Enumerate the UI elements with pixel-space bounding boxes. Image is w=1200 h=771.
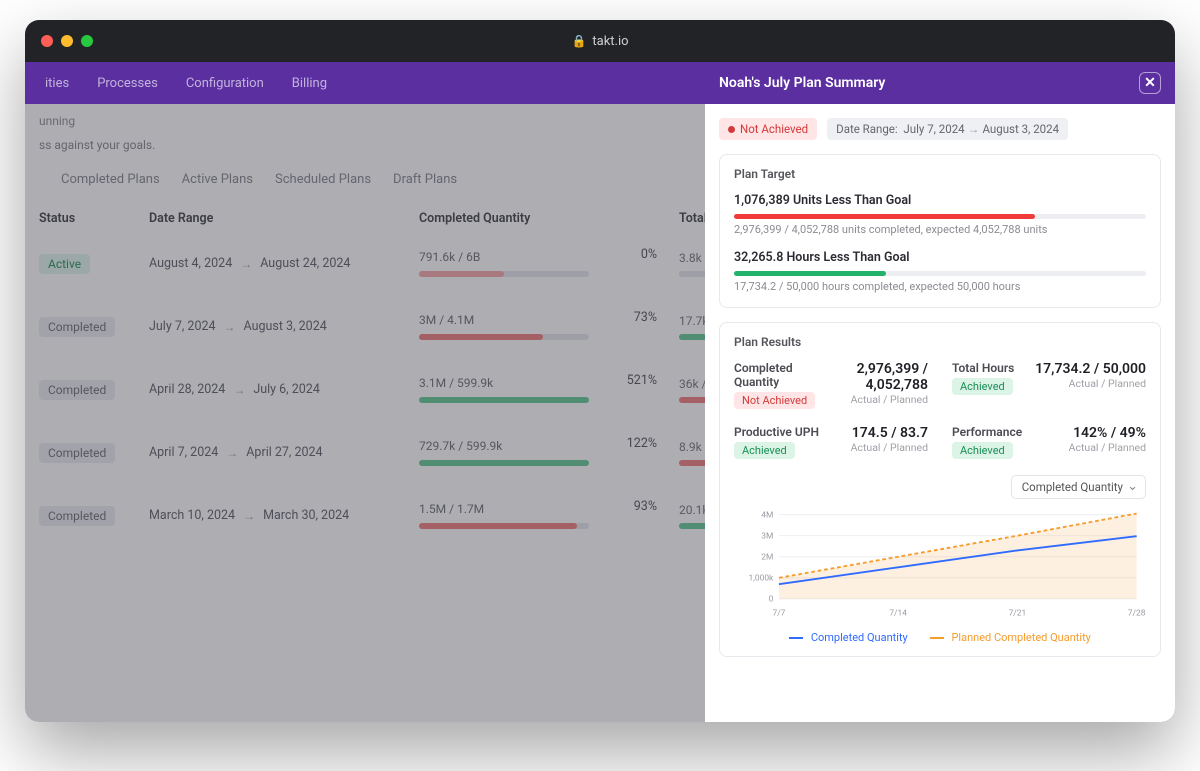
line-chart: 0 1,000k 2M 3M 4M 7/7 7/14 7/21 7/28 — [734, 509, 1146, 621]
metric-completed-qty: Completed Quantity Not Achieved 2,976,39… — [734, 361, 928, 409]
pill-not-achieved: Not Achieved — [734, 392, 815, 409]
svg-text:4M: 4M — [761, 510, 773, 520]
svg-text:7/14: 7/14 — [889, 609, 907, 619]
panel-title: Noah's July Plan Summary — [719, 75, 885, 91]
nav-item-configuration[interactable]: Configuration — [186, 76, 264, 91]
close-button[interactable]: ✕ — [1139, 72, 1161, 94]
status-dot-icon — [728, 126, 735, 133]
target-units-bar — [734, 214, 1146, 219]
pill-achieved: Achieved — [952, 442, 1013, 459]
chart-selector-row: Completed Quantity — [734, 475, 1146, 499]
plan-results-header: Plan Results — [734, 335, 1146, 349]
pill-achieved: Achieved — [952, 378, 1013, 395]
target-hours-sub: 17,734.2 / 50,000 hours completed, expec… — [734, 280, 1146, 293]
date-range-chip: Date Range: July 7, 2024 → August 3, 202… — [827, 118, 1068, 140]
window-controls — [41, 35, 93, 47]
plan-results-card: Plan Results Completed Quantity Not Achi… — [719, 322, 1161, 657]
panel-header: Noah's July Plan Summary ✕ — [705, 62, 1175, 104]
url: takt.io — [592, 34, 628, 49]
plan-target-card: Plan Target 1,076,389 Units Less Than Go… — [719, 154, 1161, 308]
target-hours-headline: 32,265.8 Hours Less Than Goal — [734, 250, 1146, 265]
address-bar: 🔒 takt.io — [571, 34, 628, 49]
plan-target-header: Plan Target — [734, 167, 1146, 181]
panel-chips: Not Achieved Date Range: July 7, 2024 → … — [719, 118, 1161, 140]
legend-completed: Completed Quantity — [789, 631, 908, 644]
chart-legend: Completed Quantity Planned Completed Qua… — [734, 631, 1146, 644]
pill-achieved: Achieved — [734, 442, 795, 459]
titlebar: 🔒 takt.io — [25, 20, 1175, 62]
close-window-icon[interactable] — [41, 35, 53, 47]
legend-planned: Planned Completed Quantity — [930, 631, 1091, 644]
svg-text:7/21: 7/21 — [1009, 609, 1027, 619]
maximize-window-icon[interactable] — [81, 35, 93, 47]
svg-text:3M: 3M — [761, 531, 773, 541]
target-hours-bar — [734, 271, 1146, 276]
target-units-headline: 1,076,389 Units Less Than Goal — [734, 193, 1146, 208]
close-icon: ✕ — [1144, 75, 1156, 91]
chart-metric-select[interactable]: Completed Quantity — [1011, 475, 1146, 499]
metric-total-hours: Total Hours Achieved 17,734.2 / 50,000 A… — [952, 361, 1146, 409]
svg-text:0: 0 — [769, 595, 774, 605]
svg-text:1,000k: 1,000k — [749, 574, 775, 584]
browser-window: 🔒 takt.io ities Processes Configuration … — [25, 20, 1175, 722]
nav-item-processes[interactable]: Processes — [97, 76, 158, 91]
minimize-window-icon[interactable] — [61, 35, 73, 47]
nav-item-0[interactable]: ities — [45, 76, 69, 91]
results-grid: Completed Quantity Not Achieved 2,976,39… — [734, 361, 1146, 459]
plan-summary-panel: Noah's July Plan Summary ✕ Not Achieved … — [705, 62, 1175, 722]
svg-text:7/7: 7/7 — [772, 609, 785, 619]
nav-item-billing[interactable]: Billing — [292, 76, 327, 91]
target-units-sub: 2,976,399 / 4,052,788 units completed, e… — [734, 223, 1146, 236]
metric-productive-uph: Productive UPH Achieved 174.5 / 83.7 Act… — [734, 425, 928, 459]
svg-text:7/28: 7/28 — [1128, 609, 1146, 619]
arrow-right-icon: → — [968, 122, 983, 136]
status-badge: Not Achieved — [719, 118, 817, 140]
panel-body: Not Achieved Date Range: July 7, 2024 → … — [705, 104, 1175, 685]
metric-performance: Performance Achieved 142% / 49% Actual /… — [952, 425, 1146, 459]
page-content: ities Processes Configuration Billing un… — [25, 62, 1175, 722]
svg-text:2M: 2M — [761, 553, 773, 563]
lock-icon: 🔒 — [571, 34, 586, 48]
